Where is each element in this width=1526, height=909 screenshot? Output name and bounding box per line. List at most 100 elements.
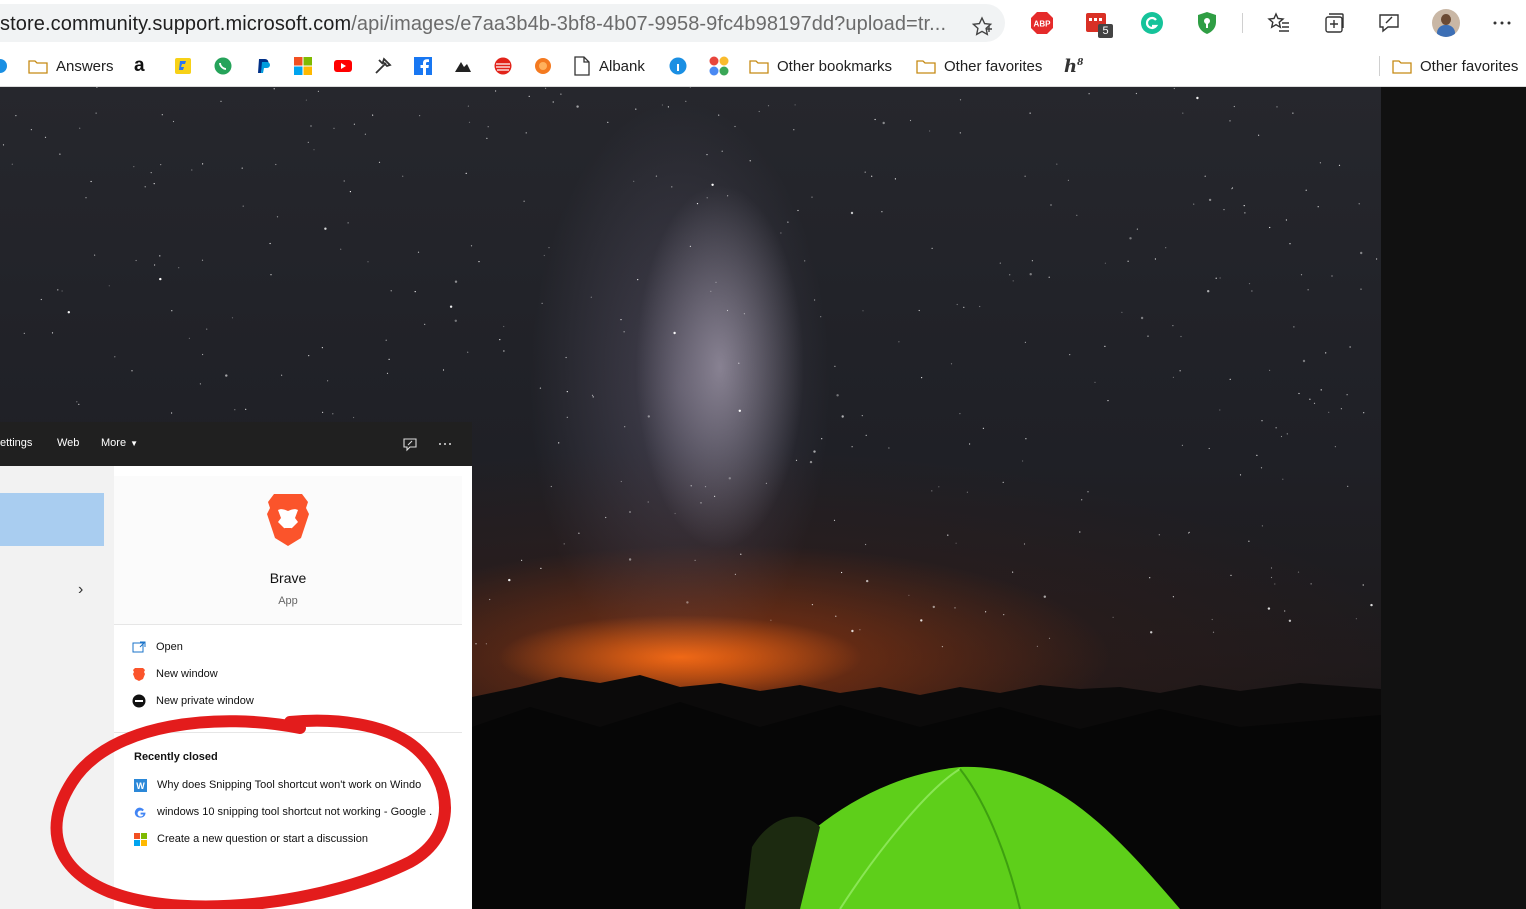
section-divider: [114, 732, 462, 733]
app-name: Brave: [269, 570, 307, 586]
bookmark-tools[interactable]: [373, 54, 393, 78]
brave-small-icon: [133, 668, 145, 681]
new-private-window-action[interactable]: New private window: [132, 692, 254, 710]
app-card: Brave App: [114, 476, 462, 625]
url-host: store.community.support.microsoft.com: [0, 13, 352, 35]
private-window-icon: [132, 694, 146, 708]
microsoft-logo-icon: [294, 57, 312, 75]
arrow-logo-icon: [455, 62, 471, 72]
password-manager-shield-icon[interactable]: [1195, 11, 1219, 35]
bookmark-label: Albank: [599, 57, 645, 75]
recent-item-label: Create a new question or start a discuss…: [157, 833, 368, 845]
tools-icon: [375, 57, 392, 74]
toolbar-separator: [1242, 13, 1243, 33]
bookmark-other-bookmarks-folder[interactable]: Other bookmarks: [749, 54, 892, 78]
favorites-icon[interactable]: [1267, 11, 1291, 35]
bookmark-other-favorites-folder-right[interactable]: Other favorites: [1392, 54, 1518, 78]
bookmark-whatsapp[interactable]: [213, 54, 233, 78]
tab-more[interactable]: More ▼: [101, 437, 138, 449]
recent-item-label: windows 10 snipping tool shortcut not wo…: [157, 806, 433, 818]
h8-logo-icon: h8: [1064, 55, 1084, 77]
folder-icon: [749, 59, 769, 74]
bookmark-microsoft[interactable]: [293, 54, 313, 78]
app-type: App: [278, 595, 298, 607]
new-private-window-label: New private window: [156, 695, 254, 707]
more-options-icon[interactable]: [437, 436, 453, 452]
tab-settings[interactable]: ettings: [0, 437, 32, 449]
bookmark-orange-circle[interactable]: [533, 54, 553, 78]
feedback-icon[interactable]: [402, 436, 418, 452]
bookmark-arrow-site[interactable]: [453, 54, 473, 78]
youtube-icon: [334, 60, 352, 72]
bookmark-label: Answers: [56, 57, 114, 75]
folder-icon: [1392, 59, 1412, 74]
address-field[interactable]: store.community.support.microsoft.com/ap…: [0, 4, 1005, 42]
url-path: /api/images/e7aa3b4b-3bf8-4b07-9958-9fc4…: [351, 13, 947, 35]
flipkart-icon: [175, 58, 191, 74]
start-menu-topbar: ettings Web More ▼: [0, 422, 472, 466]
paypal-icon: [258, 59, 270, 73]
calendar-extension-icon[interactable]: 5: [1085, 11, 1113, 38]
bookmark-label: Other favorites: [1420, 57, 1519, 75]
bookmark-youtube[interactable]: [333, 54, 353, 78]
folder-icon: [28, 59, 48, 74]
tab-more-label: More: [101, 437, 127, 449]
blue-info-circle-icon: [669, 57, 687, 75]
chevron-down-icon: ▼: [130, 439, 138, 448]
recent-item[interactable]: Create a new question or start a discuss…: [134, 831, 454, 847]
adblock-plus-icon[interactable]: ABP: [1030, 11, 1054, 35]
image-viewer-margin: [1381, 87, 1526, 909]
extension-badge: 5: [1098, 24, 1113, 38]
tab-web[interactable]: Web: [57, 437, 79, 449]
red-striped-logo-icon: [494, 57, 512, 75]
recent-item[interactable]: W Why does Snipping Tool shortcut won't …: [134, 777, 454, 793]
facebook-icon: [414, 57, 432, 75]
bookmark-answers-folder[interactable]: Answers: [28, 54, 114, 78]
start-menu-screenshot: ettings Web More ▼ › Brave App Open New w…: [0, 422, 472, 909]
brave-lion-icon[interactable]: [264, 492, 312, 548]
bookmark-flipkart[interactable]: [173, 54, 193, 78]
page-icon: [574, 56, 590, 76]
new-window-action[interactable]: New window: [132, 665, 218, 683]
folder-icon: [916, 59, 936, 74]
bookmark-amazon[interactable]: a: [134, 54, 145, 78]
bookmarks-separator: [1379, 56, 1380, 76]
bookmark-facebook[interactable]: [413, 54, 433, 78]
bookmark-h8[interactable]: h8: [1064, 54, 1083, 78]
word-doc-icon: W: [134, 778, 147, 792]
collections-icon[interactable]: [1322, 11, 1346, 35]
bookmark-other-favorites-folder[interactable]: Other favorites: [916, 54, 1042, 78]
bookmark-paypal[interactable]: [253, 54, 273, 78]
google-g-icon: [134, 807, 146, 818]
selected-result[interactable]: [0, 493, 104, 546]
recent-item-label: Why does Snipping Tool shortcut won't wo…: [157, 779, 422, 791]
amazon-icon: a: [134, 55, 145, 76]
svg-text:W: W: [136, 781, 145, 791]
url-text[interactable]: store.community.support.microsoft.com/ap…: [0, 13, 946, 36]
bookmark-colorful[interactable]: [708, 54, 730, 78]
bookmark-partial[interactable]: [0, 54, 8, 78]
recently-closed-heading: Recently closed: [134, 751, 218, 763]
colorful-dots-icon: [709, 56, 729, 76]
app-preview-pane: Brave App Open New window New private wi…: [114, 466, 472, 909]
chevron-right-icon[interactable]: ›: [78, 581, 83, 599]
microsoft-logo-icon: [134, 832, 147, 846]
more-menu-icon[interactable]: [1490, 11, 1514, 35]
search-results-list: ›: [0, 466, 114, 909]
bookmark-albank[interactable]: Albank: [573, 54, 645, 78]
open-action[interactable]: Open: [132, 638, 183, 656]
bookmark-blue-circle[interactable]: [668, 54, 688, 78]
profile-avatar[interactable]: [1432, 9, 1460, 37]
open-label: Open: [156, 641, 183, 653]
grammarly-icon[interactable]: [1140, 11, 1164, 35]
bookmark-label: Other favorites: [944, 57, 1043, 75]
bookmarks-bar: Answers a Albank Other bookmarks Other f…: [0, 46, 1526, 87]
address-toolbar: store.community.support.microsoft.com/ap…: [0, 0, 1526, 46]
recent-item[interactable]: windows 10 snipping tool shortcut not wo…: [134, 804, 454, 820]
feedback-icon[interactable]: [1377, 11, 1401, 35]
open-window-icon: [132, 641, 146, 653]
svg-text:ABP: ABP: [1034, 20, 1052, 29]
bookmark-red-logo[interactable]: [493, 54, 513, 78]
orange-sun-icon: [535, 58, 551, 74]
add-favorite-star-icon[interactable]: [970, 15, 994, 39]
